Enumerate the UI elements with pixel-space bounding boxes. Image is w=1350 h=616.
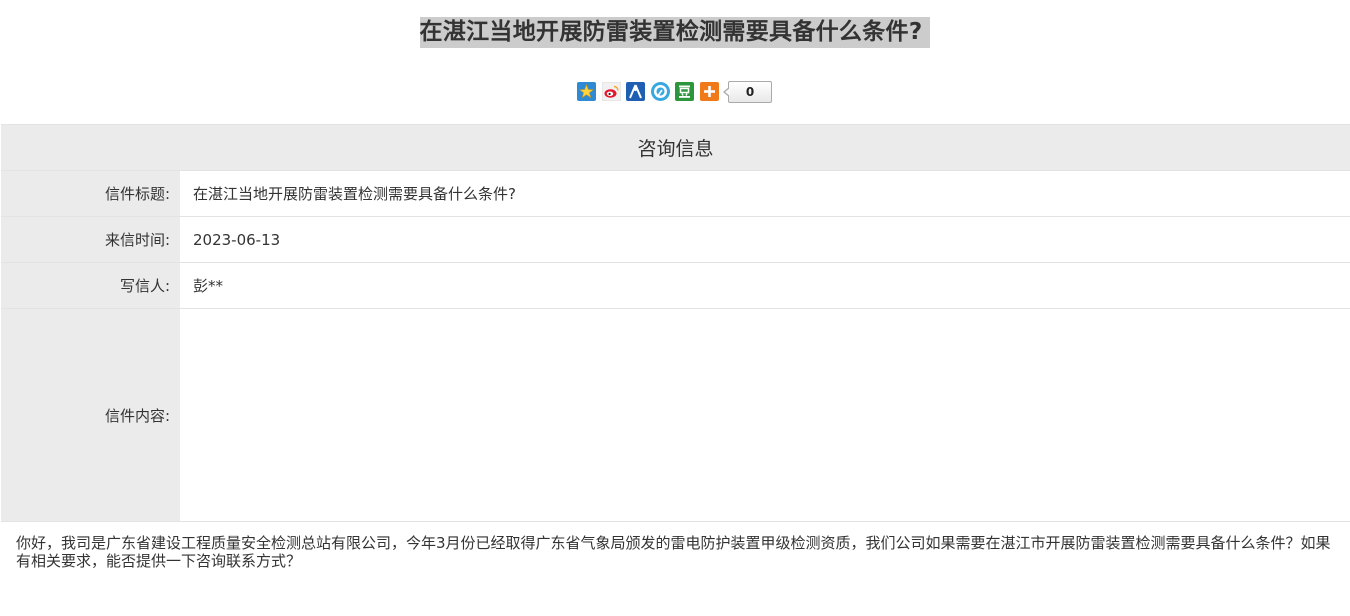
subject-row: 信件标题: 在湛江当地开展防雷装置检测需要具备什么条件?: [1, 170, 1350, 217]
date-row: 来信时间: 2023-06-13: [1, 216, 1350, 263]
share-count[interactable]: 0: [723, 80, 772, 103]
page-title: 在湛江当地开展防雷装置检测需要具备什么条件?: [419, 17, 931, 48]
weibo-icon[interactable]: [601, 82, 621, 101]
author-value: 彭**: [180, 262, 1350, 309]
douban-icon[interactable]: [675, 82, 694, 101]
letter-content: 你好，我司是广东省建设工程质量安全检测总站有限公司，今年3月份已经取得广东省气象…: [16, 534, 1331, 570]
renren-icon[interactable]: [626, 82, 645, 101]
section-title: 咨询信息: [1, 124, 1350, 171]
author-row: 写信人: 彭**: [1, 262, 1350, 309]
author-label: 写信人:: [1, 262, 180, 309]
date-label: 来信时间:: [1, 216, 180, 263]
date-value: 2023-06-13: [180, 216, 1350, 263]
subject-label: 信件标题:: [1, 170, 180, 217]
tencent-weibo-icon[interactable]: [650, 82, 670, 101]
subject-value: 在湛江当地开展防雷装置检测需要具备什么条件?: [180, 170, 1350, 217]
title-wrap: 在湛江当地开展防雷装置检测需要具备什么条件?: [0, 17, 1350, 48]
content-label: 信件内容:: [1, 308, 180, 522]
share-bar: 0: [577, 80, 772, 103]
content-value-cell: [180, 308, 1350, 522]
consultation-info-table: 咨询信息 信件标题: 在湛江当地开展防雷装置检测需要具备什么条件? 来信时间: …: [1, 124, 1350, 522]
qzone-icon[interactable]: [577, 82, 596, 101]
content-row: 信件内容:: [1, 308, 1350, 522]
more-icon[interactable]: [699, 82, 719, 101]
